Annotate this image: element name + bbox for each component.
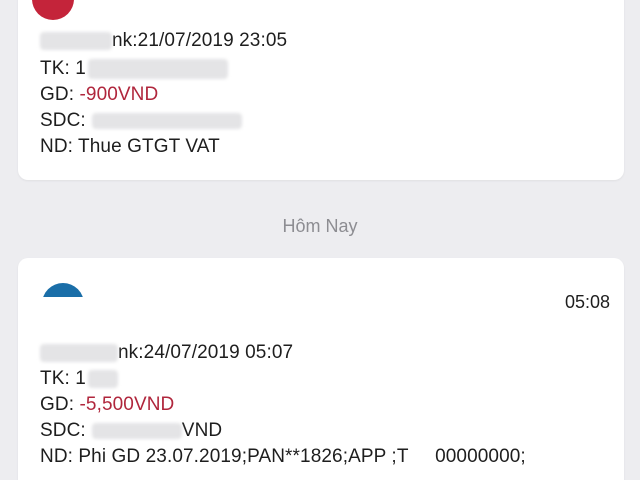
- transaction-line: GD: -5,500VND: [40, 394, 174, 416]
- description-line: ND: Phi GD 23.07.2019;PAN**1826;APP ;T 0…: [40, 446, 526, 467]
- redacted-balance: [91, 112, 242, 129]
- balance-line: SDC:: [40, 110, 242, 132]
- bank-logo-icon: [32, 0, 74, 20]
- message-header: nk:24/07/2019 05:07: [40, 342, 293, 364]
- redacted-account: [87, 58, 228, 79]
- account-label: TK: 1: [40, 58, 86, 79]
- message-header: nk:21/07/2019 23:05: [40, 30, 287, 52]
- redacted-text: [40, 31, 112, 50]
- account-label: TK: 1: [40, 368, 86, 389]
- balance-label: SDC:: [40, 420, 86, 441]
- account-line: TK: 1: [40, 58, 228, 80]
- date-separator: Hôm Nay: [282, 216, 358, 236]
- bank-logo-icon: [42, 283, 84, 297]
- message-time: 05:08: [564, 292, 610, 312]
- description-line: ND: Thue GTGT VAT: [40, 136, 220, 157]
- notification-list: nk:21/07/2019 23:05 TK: 1 GD: -900VND SD…: [0, 0, 640, 480]
- transaction-line: GD: -900VND: [40, 84, 158, 106]
- redacted-text: [40, 343, 118, 362]
- message-header-text: nk:21/07/2019 23:05: [112, 30, 288, 51]
- transaction-amount: -900VND: [79, 84, 159, 105]
- transaction-amount: -5,500VND: [79, 394, 175, 415]
- redacted-balance: [91, 422, 182, 439]
- transaction-label: GD:: [40, 394, 80, 415]
- redacted-account: [87, 369, 118, 388]
- balance-label: SDC:: [40, 110, 86, 131]
- transaction-label: GD:: [40, 84, 80, 105]
- balance-currency: VND: [181, 420, 223, 441]
- account-line: TK: 1: [40, 368, 118, 390]
- balance-line: SDC: VND: [40, 420, 222, 442]
- message-header-text: nk:24/07/2019 05:07: [118, 342, 294, 363]
